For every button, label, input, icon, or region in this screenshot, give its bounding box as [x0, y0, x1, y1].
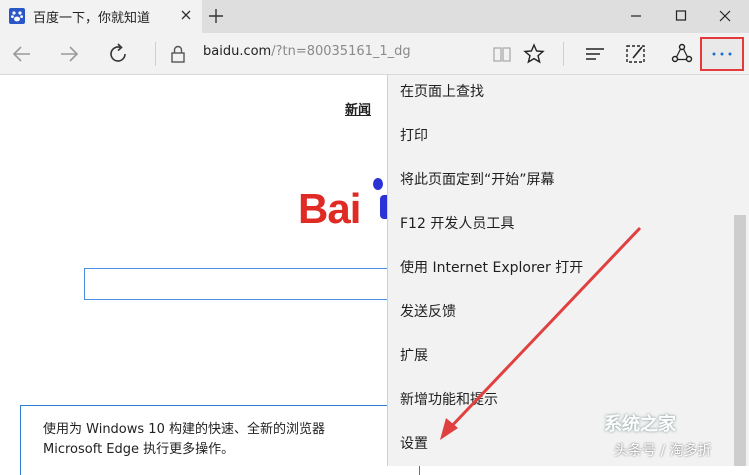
menu-item-find-on-page[interactable]: 在页面上查找 — [400, 81, 484, 101]
share-icon[interactable] — [670, 42, 694, 66]
reading-view-icon[interactable] — [490, 42, 514, 66]
web-note-icon[interactable] — [624, 42, 648, 66]
browser-tab[interactable]: 百度一下，你就知道 — [0, 0, 202, 33]
url-domain: baidu.com — [203, 44, 272, 59]
lock-icon[interactable] — [166, 42, 190, 66]
tab-bar: 百度一下，你就知道 — [0, 0, 749, 33]
menu-item-print[interactable]: 打印 — [400, 125, 428, 145]
menu-item-f12-dev-tools[interactable]: F12 开发人员工具 — [400, 213, 514, 233]
tab-title: 百度一下，你就知道 — [33, 11, 151, 26]
menu-item-open-with-ie[interactable]: 使用 Internet Explorer 打开 — [400, 257, 583, 277]
baidu-logo: Bai — [298, 185, 361, 232]
address-bar[interactable]: baidu.com/?tn=80035161_1_dg — [203, 44, 411, 59]
close-window-icon[interactable] — [714, 6, 736, 26]
more-actions-button[interactable] — [700, 37, 744, 71]
baidu-paw-icon — [9, 8, 25, 24]
watermark-text: 系统之家 — [604, 414, 676, 435]
edge-notice-banner: 使用为 Windows 10 构建的快速、全新的浏览器 Microsoft Ed… — [20, 405, 420, 475]
nav-divider — [155, 42, 156, 66]
forward-arrow-icon[interactable] — [57, 42, 81, 66]
news-link[interactable]: 新闻 — [345, 99, 371, 118]
refresh-icon[interactable] — [106, 42, 130, 66]
more-dots-icon — [712, 52, 732, 56]
menu-item-pin-to-start[interactable]: 将此页面定到“开始”屏幕 — [400, 169, 555, 189]
menu-item-whats-new[interactable]: 新增功能和提示 — [400, 389, 498, 409]
hub-icon[interactable] — [583, 42, 607, 66]
menu-scrollbar[interactable] — [734, 215, 746, 466]
url-path: /?tn=80035161_1_dg — [271, 44, 411, 59]
favorite-star-icon[interactable] — [522, 42, 546, 66]
search-input[interactable] — [84, 268, 404, 300]
watermark-subtext: 头条号 / 淘多折 — [614, 443, 712, 459]
navigation-bar: baidu.com/?tn=80035161_1_dg — [0, 33, 749, 75]
maximize-icon[interactable] — [670, 6, 692, 26]
menu-item-send-feedback[interactable]: 发送反馈 — [400, 301, 456, 321]
minimize-icon[interactable] — [625, 6, 647, 26]
new-tab-icon[interactable] — [206, 6, 226, 26]
nav-divider-2 — [563, 42, 564, 66]
notice-line-2: Microsoft Edge 执行更多操作。 — [43, 442, 235, 457]
menu-item-extensions[interactable]: 扩展 — [400, 345, 428, 365]
menu-item-settings[interactable]: 设置 — [400, 433, 428, 453]
back-arrow-icon[interactable] — [10, 42, 34, 66]
more-actions-menu: 在页面上查找 打印 将此页面定到“开始”屏幕 F12 开发人员工具 使用 Int… — [387, 75, 749, 466]
baidu-paw-icon-logo — [373, 178, 383, 190]
notice-line-1: 使用为 Windows 10 构建的快速、全新的浏览器 — [43, 422, 325, 437]
close-tab-icon[interactable] — [178, 7, 194, 23]
